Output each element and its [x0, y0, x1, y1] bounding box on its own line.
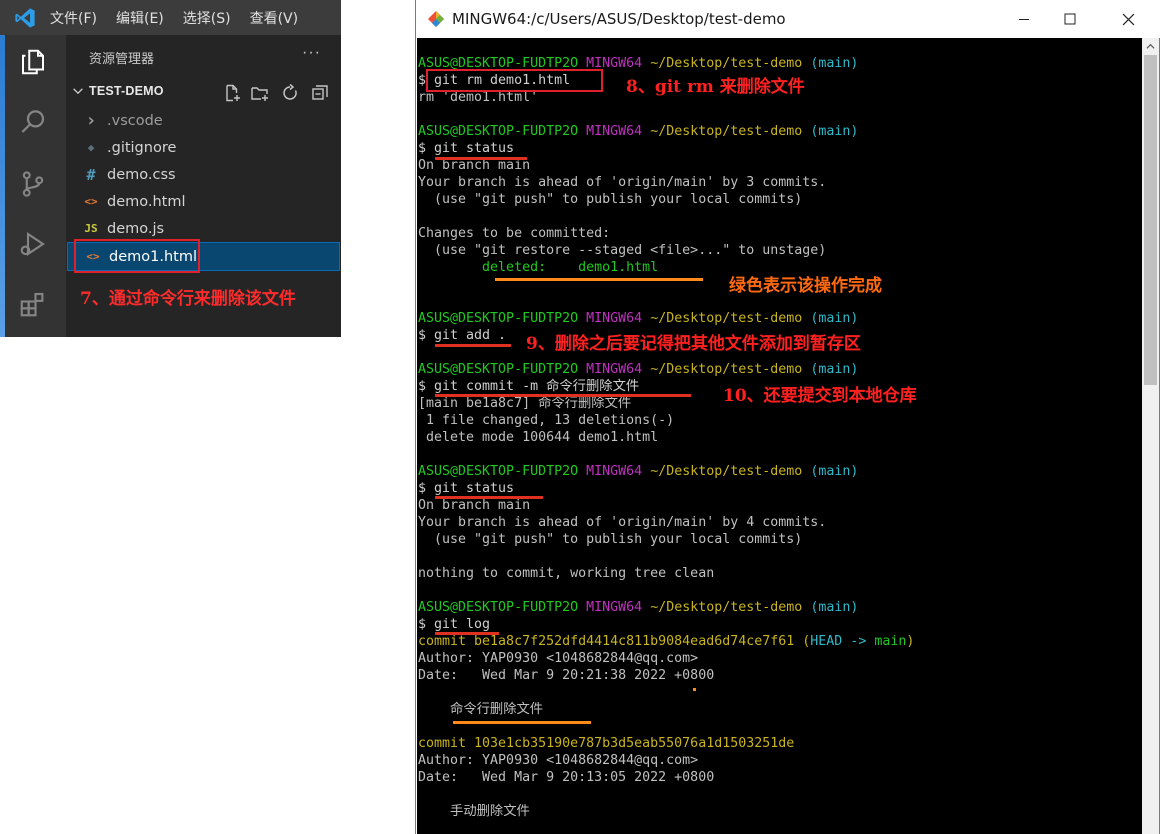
maximize-icon [1064, 13, 1076, 25]
desktop-edge-strip [0, 35, 5, 337]
menu-file[interactable]: 文件(F) [50, 8, 97, 28]
scroll-thumb[interactable] [1144, 55, 1157, 385]
output-line: (use "git push" to publish your local co… [418, 192, 803, 207]
explorer-files-icon[interactable] [14, 43, 52, 81]
prompt-line: ASUS@DESKTOP-FUDTP2O MINGW64 ~/Desktop/t… [418, 600, 859, 615]
vscode-logo-icon [0, 0, 50, 35]
vscode-window: 文件(F) 编辑(E) 选择(S) 查看(V) 资源管理器 ··· TEST-D… [0, 0, 341, 337]
activity-bar [0, 35, 66, 337]
minimize-icon [1019, 19, 1029, 20]
command-line: $ git add . [418, 328, 507, 343]
prompt-line: ASUS@DESKTOP-FUDTP2O MINGW64 ~/Desktop/t… [418, 362, 859, 377]
author-line: Author: YAP0930 <1048682844@qq.com> [418, 753, 699, 768]
date-line: Date: Wed Mar 9 20:13:05 2022 +0800 [418, 770, 715, 785]
underline-mark [435, 394, 691, 397]
file-name: demo.css [107, 166, 176, 183]
output-line: nothing to commit, working tree clean [418, 566, 715, 581]
terminal-output[interactable]: ASUS@DESKTOP-FUDTP2O MINGW64 ~/Desktop/t… [417, 38, 1142, 834]
output-line: delete mode 100644 demo1.html [418, 430, 659, 445]
file-row-demo-css[interactable]: # demo.css [66, 161, 341, 188]
deleted-line: deleted: demo1.html [418, 260, 659, 275]
date-line: Date: Wed Mar 9 20:21:38 2022 +0800 [418, 668, 715, 683]
explorer-title: 资源管理器 [89, 52, 155, 67]
file-row-demo-js[interactable]: JS demo.js [66, 215, 341, 242]
menu-selection[interactable]: 选择(S) [183, 8, 231, 28]
underline-mark [435, 496, 543, 499]
output-line: Your branch is ahead of 'origin/main' by… [418, 175, 827, 190]
folder-header[interactable]: TEST-DEMO [66, 81, 341, 103]
highlight-box [74, 239, 200, 273]
file-name: .vscode [107, 112, 163, 129]
command-line: $ git log [418, 617, 491, 632]
file-row-gitignore[interactable]: ◆ .gitignore [66, 134, 341, 161]
more-actions-icon[interactable]: ··· [302, 44, 321, 62]
commit-hash-line: commit 103e1cb35190e787b3d5eab55076a1d15… [418, 736, 795, 751]
title-bar: MINGW64:/c/Users/ASUS/Desktop/test-demo [416, 0, 1161, 38]
underline-mark [495, 278, 703, 281]
git-bash-icon [428, 11, 444, 27]
js-icon: JS [84, 222, 98, 235]
prompt-line: ASUS@DESKTOP-FUDTP2O MINGW64 ~/Desktop/t… [418, 124, 859, 139]
css-hash-icon: # [86, 165, 96, 184]
collapse-all-icon[interactable] [310, 83, 330, 103]
output-line: Your branch is ahead of 'origin/main' by… [418, 515, 827, 530]
dot-mark [693, 688, 696, 691]
prompt-line: ASUS@DESKTOP-FUDTP2O MINGW64 ~/Desktop/t… [418, 311, 859, 326]
maximize-button[interactable] [1047, 0, 1093, 38]
file-name: .gitignore [107, 139, 177, 156]
menu-view[interactable]: 查看(V) [250, 8, 299, 28]
run-debug-icon[interactable] [14, 225, 52, 263]
scrollbar[interactable] [1142, 38, 1159, 834]
command-line: $ git status [418, 481, 515, 496]
underline-mark [435, 632, 499, 635]
command-line: $ git status [418, 141, 515, 156]
output-line: (use "git push" to publish your local co… [418, 532, 803, 547]
source-control-icon[interactable] [14, 165, 52, 203]
file-row-vscode[interactable]: › .vscode [66, 107, 341, 134]
annotation-9: 9、删除之后要记得把其他文件添加到暂存区 [526, 334, 861, 354]
chevron-down-icon [73, 88, 83, 95]
new-folder-icon[interactable] [250, 83, 270, 103]
close-icon [1122, 13, 1134, 25]
commit-message: 命令行删除文件 [418, 702, 544, 717]
annotation-10: 10、还要提交到本地仓库 [723, 386, 917, 406]
new-file-icon[interactable] [222, 83, 242, 103]
file-name: demo.html [107, 193, 186, 210]
underline-mark [453, 721, 591, 724]
annotation-8: 8、git rm 来删除文件 [626, 77, 805, 97]
output-line: [main be1a8c7] 命令行删除文件 [418, 396, 632, 411]
scroll-up-icon[interactable] [1142, 38, 1159, 55]
menu-bar: 文件(F) 编辑(E) 选择(S) 查看(V) [0, 0, 341, 35]
annotation-7: 7、通过命令行来删除该文件 [80, 289, 296, 309]
output-line: On branch main [418, 498, 531, 513]
file-name: demo.js [107, 220, 165, 237]
folder-name: TEST-DEMO [89, 84, 164, 98]
commit-message: 手动删除文件 [418, 804, 530, 819]
html-brackets-icon: <> [84, 195, 98, 208]
output-line: Changes to be committed: [418, 226, 611, 241]
prompt-line: ASUS@DESKTOP-FUDTP2O MINGW64 ~/Desktop/t… [418, 464, 859, 479]
window-title: MINGW64:/c/Users/ASUS/Desktop/test-demo [452, 10, 786, 28]
command-line: $ git commit -m 命令行删除文件 [418, 379, 640, 394]
file-row-demo-html[interactable]: <> demo.html [66, 188, 341, 215]
output-line: 1 file changed, 13 deletions(-) [418, 413, 675, 428]
output-line: (use "git restore --staged <file>..." to… [418, 243, 827, 258]
git-diamond-icon: ◆ [87, 141, 95, 154]
annotation-green: 绿色表示该操作完成 [729, 276, 882, 296]
menu-edit[interactable]: 编辑(E) [116, 8, 164, 28]
search-icon[interactable] [14, 103, 52, 141]
underline-mark [435, 344, 511, 347]
chevron-right-icon: › [85, 110, 97, 131]
highlight-box [426, 69, 603, 92]
author-line: Author: YAP0930 <1048682844@qq.com> [418, 651, 699, 666]
commit-hash-line: commit be1a8c7f252dfd4414c811b9084ead6d7… [418, 634, 915, 649]
underline-mark [435, 157, 527, 160]
close-button[interactable] [1105, 0, 1151, 38]
minimize-button[interactable] [1001, 0, 1047, 38]
refresh-icon[interactable] [280, 83, 300, 103]
extensions-icon[interactable] [14, 285, 52, 323]
terminal-window: MINGW64:/c/Users/ASUS/Desktop/test-demo … [415, 0, 1161, 834]
